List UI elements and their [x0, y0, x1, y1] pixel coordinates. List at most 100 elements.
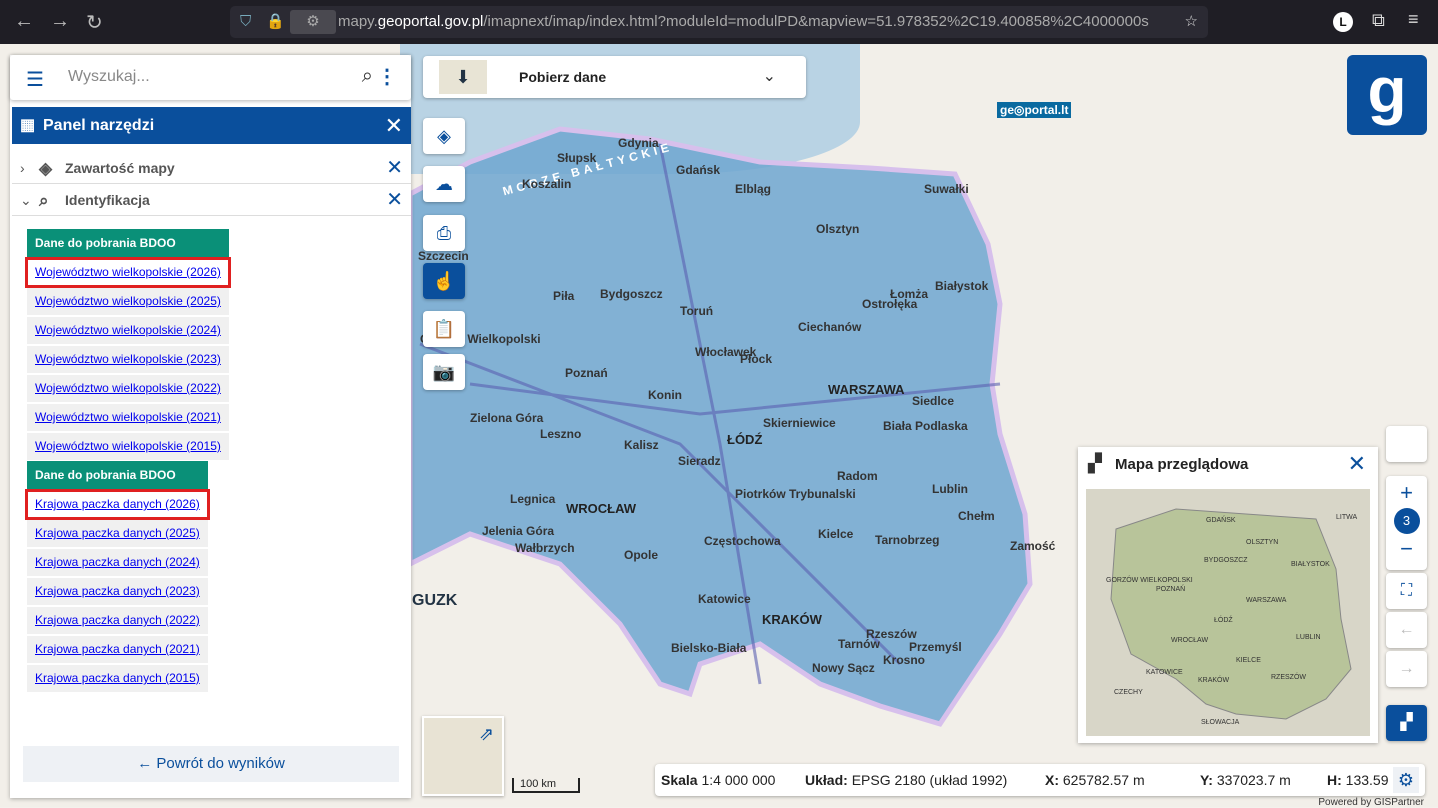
- section-identification[interactable]: ⌄ ⌕ Identyfikacja ✕: [12, 185, 411, 216]
- search-input[interactable]: Wyszukaj...: [68, 68, 150, 86]
- overview-label: POZNAŃ: [1156, 586, 1185, 593]
- city-label: Olsztyn: [816, 222, 859, 236]
- download-link[interactable]: Krajowa paczka danych (2024): [27, 549, 208, 576]
- city-label: Konin: [648, 388, 682, 402]
- download-data-dropdown[interactable]: ⬇ Pobierz dane ⌄: [423, 56, 806, 98]
- city-label: Częstochowa: [704, 534, 781, 548]
- city-label: WROCŁAW: [566, 501, 636, 516]
- group-header: Dane do pobrania BDOO: [27, 461, 208, 490]
- hamburger-icon[interactable]: ☰: [26, 67, 44, 92]
- layers-icon: ◈: [39, 153, 52, 184]
- download-link[interactable]: Województwo wielkopolskie (2023): [27, 346, 229, 373]
- layers-button[interactable]: ◈: [423, 118, 465, 154]
- city-label: Przemyśl: [909, 640, 962, 654]
- city-label: Skierniewice: [763, 416, 836, 430]
- city-label: WARSZAWA: [828, 382, 905, 397]
- zoom-control: + 3 −: [1386, 476, 1427, 570]
- forward-icon[interactable]: →: [50, 10, 70, 33]
- city-label: Suwałki: [924, 182, 969, 196]
- reload-icon[interactable]: ↻: [86, 10, 103, 35]
- compass-button[interactable]: [1386, 426, 1427, 462]
- city-label: Tarnów: [838, 637, 880, 651]
- fullscreen-button[interactable]: ⛶: [1386, 573, 1427, 609]
- section-map-content[interactable]: › ◈ Zawartość mapy ✕: [12, 153, 411, 184]
- group-header: Dane do pobrania BDOO: [27, 229, 229, 258]
- download-link[interactable]: Województwo wielkopolskie (2015): [27, 433, 229, 460]
- x-coordinate: X: 625782.57 m: [1045, 764, 1145, 796]
- download-icon: ⬇: [439, 60, 487, 94]
- download-link[interactable]: Krajowa paczka danych (2025): [27, 520, 208, 547]
- crs-readout[interactable]: Układ: EPSG 2180 (układ 1992): [805, 764, 1007, 796]
- city-label: Wałbrzych: [515, 541, 575, 555]
- more-options-icon[interactable]: ⋮: [377, 64, 397, 89]
- overview-label: GORZÓW WIELKOPOLSKI: [1106, 577, 1193, 584]
- geoportal-logo[interactable]: g: [1347, 55, 1427, 135]
- city-label: Płock: [740, 352, 772, 366]
- back-label: Powrót do wyników: [156, 755, 284, 772]
- download-link[interactable]: Województwo wielkopolskie (2021): [27, 404, 229, 431]
- download-link[interactable]: Krajowa paczka danych (2015): [27, 665, 208, 692]
- city-label: Piła: [553, 289, 574, 303]
- basemap-switcher[interactable]: ⇗: [422, 716, 504, 796]
- profile-avatar[interactable]: L: [1333, 12, 1353, 32]
- download-link[interactable]: Krajowa paczka danych (2021): [27, 636, 208, 663]
- overview-label: OLSZTYN: [1246, 539, 1278, 546]
- city-label: Radom: [837, 469, 878, 483]
- print-button[interactable]: ⎙: [423, 215, 465, 251]
- menu-icon[interactable]: ≡: [1408, 9, 1419, 30]
- city-label: Szczecin: [418, 249, 469, 263]
- height-readout: H: 133.59: [1327, 764, 1389, 796]
- search-icon[interactable]: ⌕: [362, 65, 373, 88]
- download-link[interactable]: Krajowa paczka danych (2023): [27, 578, 208, 605]
- y-coordinate: Y: 337023.7 m: [1200, 764, 1291, 796]
- overview-label: BIAŁYSTOK: [1291, 561, 1330, 568]
- clipboard-button[interactable]: 📋: [423, 311, 465, 347]
- next-view-button[interactable]: →: [1386, 651, 1427, 687]
- overview-label: LUBLIN: [1296, 634, 1321, 641]
- url-bar[interactable]: ⛉ 🔒 ⚙ mapy.geoportal.gov.pl/imapnext/ima…: [230, 6, 1208, 38]
- city-label: Bielsko-Biała: [671, 641, 746, 655]
- download-link[interactable]: Województwo wielkopolskie (2025): [27, 288, 229, 315]
- url-path: /imapnext/imap/index.html?moduleId=modul…: [483, 13, 1148, 30]
- city-label: Bydgoszcz: [600, 287, 663, 301]
- browser-toolbar: ← → ↻ ⛉ 🔒 ⚙ mapy.geoportal.gov.pl/imapne…: [0, 0, 1438, 44]
- permissions-icon[interactable]: ⚙: [290, 10, 336, 34]
- download-link[interactable]: Województwo wielkopolskie (2022): [27, 375, 229, 402]
- download-link[interactable]: Krajowa paczka danych (2026): [27, 491, 208, 518]
- back-icon[interactable]: ←: [14, 10, 34, 33]
- guzk-watermark: GUZK: [412, 592, 457, 610]
- geoportal-lt-logo[interactable]: ge◎portal.lt: [997, 102, 1071, 118]
- overview-map-toggle[interactable]: ▞: [1386, 705, 1427, 741]
- camera-button[interactable]: 📷: [423, 354, 465, 390]
- download-link[interactable]: Województwo wielkopolskie (2026): [27, 259, 229, 286]
- extensions-icon[interactable]: ⧉: [1372, 10, 1385, 31]
- download-link[interactable]: Krajowa paczka danych (2022): [27, 607, 208, 634]
- url-prefix: mapy.: [338, 13, 378, 30]
- scale-readout: Skala 1:4 000 000: [661, 764, 775, 796]
- close-panel-icon[interactable]: ✕: [385, 107, 403, 144]
- city-label: Gdynia: [618, 136, 659, 150]
- city-label: Poznań: [565, 366, 608, 380]
- identify-pointer-button[interactable]: ☝: [423, 263, 465, 299]
- overview-label: RZESZÓW: [1271, 674, 1306, 681]
- zoom-in-button[interactable]: +: [1386, 480, 1427, 506]
- cloud-upload-button[interactable]: ☁: [423, 166, 465, 202]
- back-to-results-button[interactable]: ← Powrót do wyników: [23, 746, 399, 782]
- search-icon: ⌕: [39, 185, 49, 216]
- overview-label: CZECHY: [1114, 689, 1143, 696]
- external-link-icon: ⇗: [479, 724, 494, 745]
- close-overview-icon[interactable]: ✕: [1348, 451, 1366, 477]
- previous-view-button[interactable]: ←: [1386, 612, 1427, 648]
- settings-gear-icon[interactable]: ⚙: [1393, 767, 1419, 793]
- city-label: Słupsk: [557, 151, 596, 165]
- chevron-down-icon: ⌄: [763, 66, 776, 86]
- overview-map[interactable]: GDAŃSKOLSZTYNBYDGOSZCZBIAŁYSTOKGORZÓW WI…: [1086, 489, 1370, 736]
- close-section-icon[interactable]: ✕: [386, 153, 403, 184]
- overview-label: ŁÓDŹ: [1214, 617, 1233, 624]
- city-label: Opole: [624, 548, 658, 562]
- city-label: Kielce: [818, 527, 853, 541]
- bookmark-star-icon[interactable]: ☆: [1185, 6, 1198, 38]
- download-link[interactable]: Województwo wielkopolskie (2024): [27, 317, 229, 344]
- zoom-out-button[interactable]: −: [1386, 536, 1427, 562]
- close-section-icon[interactable]: ✕: [386, 185, 403, 216]
